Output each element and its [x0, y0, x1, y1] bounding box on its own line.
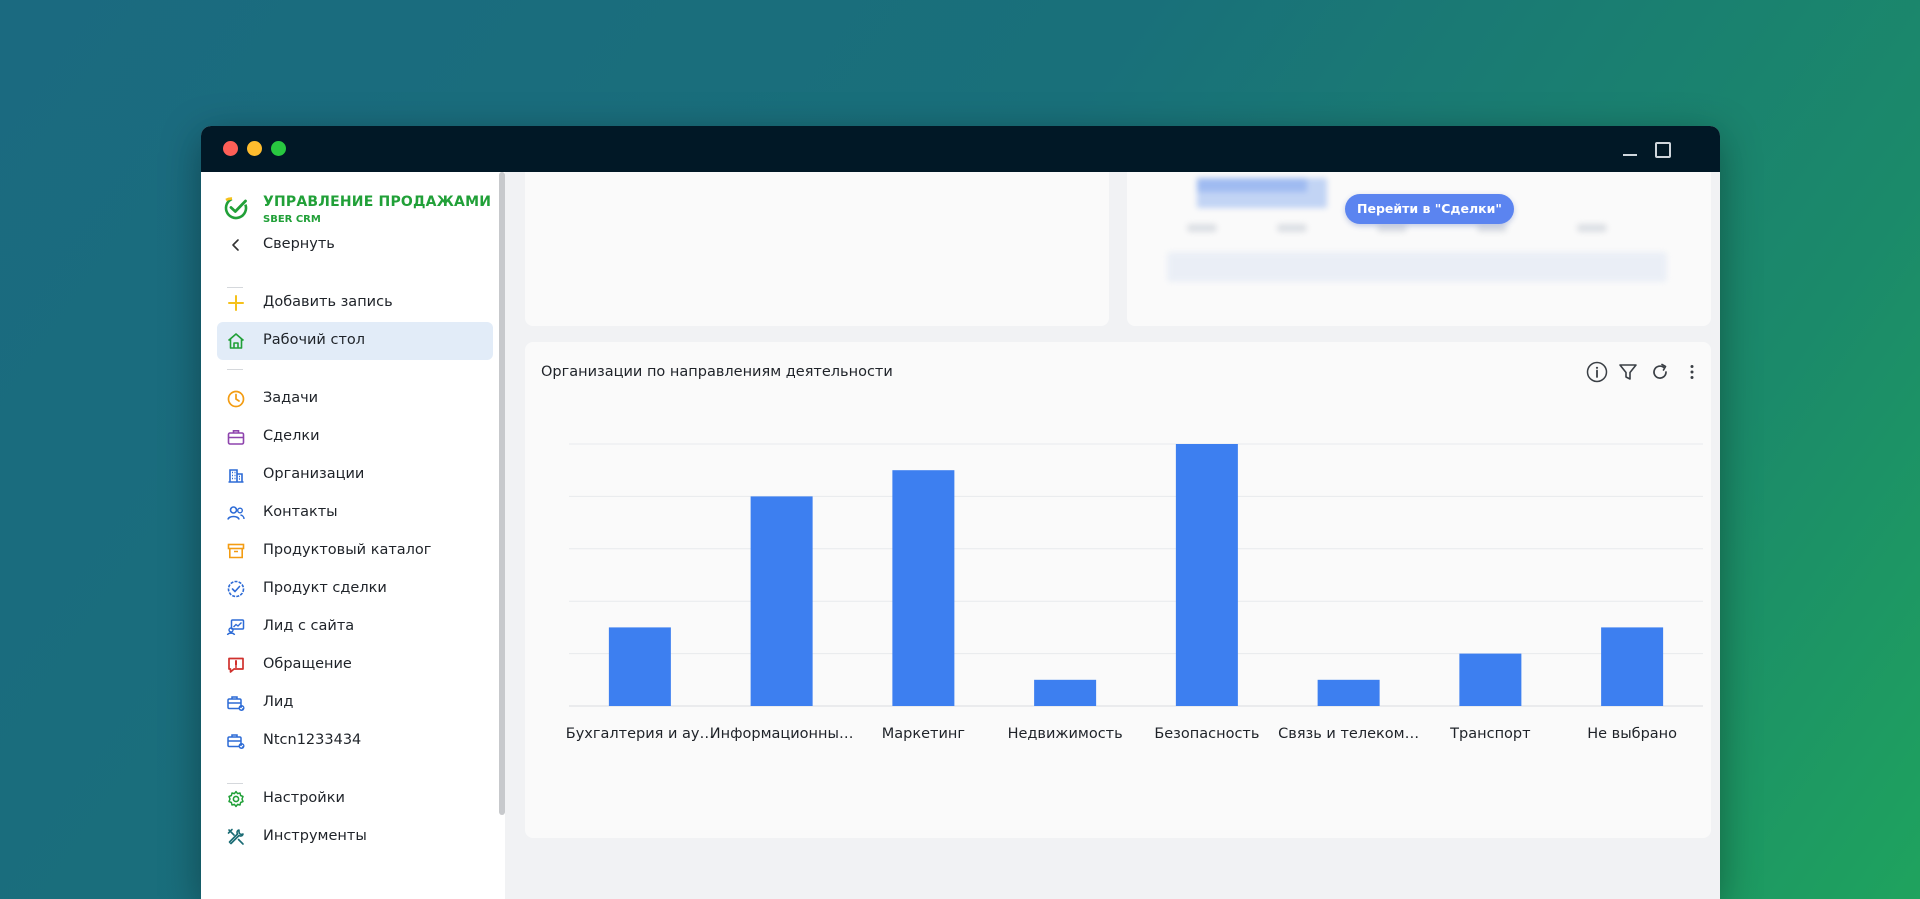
chart-bar[interactable]: [1601, 627, 1664, 706]
chart-bar[interactable]: [750, 496, 813, 706]
sidebar-item-tasks[interactable]: Задачи: [217, 380, 493, 418]
blurred-tick: [1277, 224, 1307, 232]
dashboard-card-top-left: [525, 172, 1109, 326]
close-window-button[interactable]: [223, 141, 238, 156]
alert-message-icon: [226, 655, 246, 675]
app-window: УПРАВЛЕНИЕ ПРОДАЖАМИ SBER CRM Свернуть Д…: [201, 126, 1720, 899]
sidebar-item-deal-product[interactable]: Продукт сделки: [217, 570, 493, 608]
x-tick-label: Недвижимость: [1008, 726, 1123, 742]
sidebar-item-label: Лид: [263, 694, 294, 710]
x-tick-label: Бухгалтерия и ау…: [566, 726, 714, 742]
sidebar-item-label: Инструменты: [263, 828, 367, 844]
blurred-tick: [1377, 224, 1407, 232]
clock-icon: [226, 389, 246, 409]
bar-chart: Бухгалтерия и ау…Информационны… Маркетинг…: [566, 443, 1703, 742]
sidebar-item-tools[interactable]: Инструменты: [217, 818, 493, 856]
sidebar-item-label: Организации: [263, 466, 365, 482]
window-titlebar: [201, 126, 1720, 172]
brand-subtitle: SBER CRM: [263, 214, 321, 225]
maximize-icon[interactable]: [1651, 139, 1673, 159]
chart-bar[interactable]: [1459, 653, 1522, 706]
brand-title: УПРАВЛЕНИЕ ПРОДАЖАМИ: [263, 194, 492, 210]
chart-screen-icon: [226, 617, 246, 637]
home-icon: [226, 331, 246, 351]
organizations-by-industry-card: Организации по направлениям деятельности…: [525, 342, 1711, 838]
blurred-tick: [1187, 224, 1217, 232]
sidebar: УПРАВЛЕНИЕ ПРОДАЖАМИ SBER CRM Свернуть Д…: [201, 172, 505, 899]
sidebar-item-deals[interactable]: Сделки: [217, 418, 493, 456]
chart-bar[interactable]: [608, 627, 671, 706]
goto-deals-button[interactable]: Перейти в "Сделки": [1345, 194, 1514, 224]
sidebar-item-label: Рабочий стол: [263, 332, 366, 348]
check-badge-icon: [226, 579, 246, 599]
x-tick-label: Безопасность: [1154, 726, 1259, 742]
sidebar-item-organizations[interactable]: Организации: [217, 456, 493, 494]
chevron-left-icon: [226, 235, 246, 255]
sidebar-item-product-catalog[interactable]: Продуктовый каталог: [217, 532, 493, 570]
sidebar-item-label: Настройки: [263, 790, 345, 806]
blurred-tick: [1477, 224, 1507, 232]
tools-icon: [226, 827, 246, 847]
sidebar-item-label: Контакты: [263, 504, 338, 520]
blurred-base: [1167, 252, 1667, 282]
sidebar-item-add-record[interactable]: Добавить запись: [217, 284, 493, 322]
x-tick-label: Информационны…: [710, 726, 854, 742]
chart-bar[interactable]: [892, 470, 955, 706]
minimize-icon[interactable]: [1619, 139, 1641, 159]
sidebar-item-label: Ntcn1233434: [263, 732, 362, 748]
chart-bar[interactable]: [1175, 444, 1238, 706]
zoom-window-dot[interactable]: [271, 141, 286, 156]
collapse-label: Свернуть: [263, 236, 335, 252]
people-icon: [226, 503, 246, 523]
sidebar-item-site-lead[interactable]: Лид с сайта: [217, 608, 493, 646]
blurred-bar-highlight: [1197, 178, 1307, 192]
x-tick-label: Связь и телеком…: [1278, 726, 1419, 742]
sidebar-item-label: Продуктовый каталог: [263, 542, 432, 558]
dashboard-card-deals-preview: Перейти в "Сделки": [1127, 172, 1711, 326]
x-tick-label: Не выбрано: [1587, 726, 1677, 742]
sidebar-item-label: Лид с сайта: [263, 618, 355, 634]
collapse-sidebar-button[interactable]: Свернуть: [217, 226, 493, 264]
sidebar-item-settings[interactable]: Настройки: [217, 780, 493, 818]
chart-bar[interactable]: [1034, 679, 1097, 706]
sidebar-item-contacts[interactable]: Контакты: [217, 494, 493, 532]
briefcase-badge-icon: [226, 731, 246, 751]
sidebar-item-label: Продукт сделки: [263, 580, 387, 596]
sidebar-item-label: Обращение: [263, 656, 352, 672]
sber-logo-icon: [223, 195, 249, 221]
gear-icon: [226, 789, 246, 809]
sidebar-item-label: Добавить запись: [263, 294, 393, 310]
dashboard-main: Перейти в "Сделки" Организации по направ…: [505, 172, 1720, 899]
x-tick-label: Маркетинг: [882, 726, 965, 742]
briefcase-icon: [226, 427, 246, 447]
plus-icon: [226, 293, 246, 313]
sidebar-item-appeal[interactable]: Обращение: [217, 646, 493, 684]
sidebar-item-dashboard[interactable]: Рабочий стол: [217, 322, 493, 360]
blurred-chart-preview: [1167, 172, 1667, 282]
sidebar-divider: [227, 369, 243, 370]
x-tick-label: Транспорт: [1449, 726, 1531, 742]
sidebar-item-lead[interactable]: Лид: [217, 684, 493, 722]
box-icon: [226, 541, 246, 561]
blurred-tick: [1577, 224, 1607, 232]
briefcase-badge-icon: [226, 693, 246, 713]
building-icon: [226, 465, 246, 485]
sidebar-item-ntcn1233434[interactable]: Ntcn1233434: [217, 722, 493, 760]
sidebar-item-label: Задачи: [263, 390, 319, 406]
minimize-window-dot[interactable]: [247, 141, 262, 156]
sidebar-item-label: Сделки: [263, 428, 320, 444]
chart-bar[interactable]: [1317, 679, 1380, 706]
